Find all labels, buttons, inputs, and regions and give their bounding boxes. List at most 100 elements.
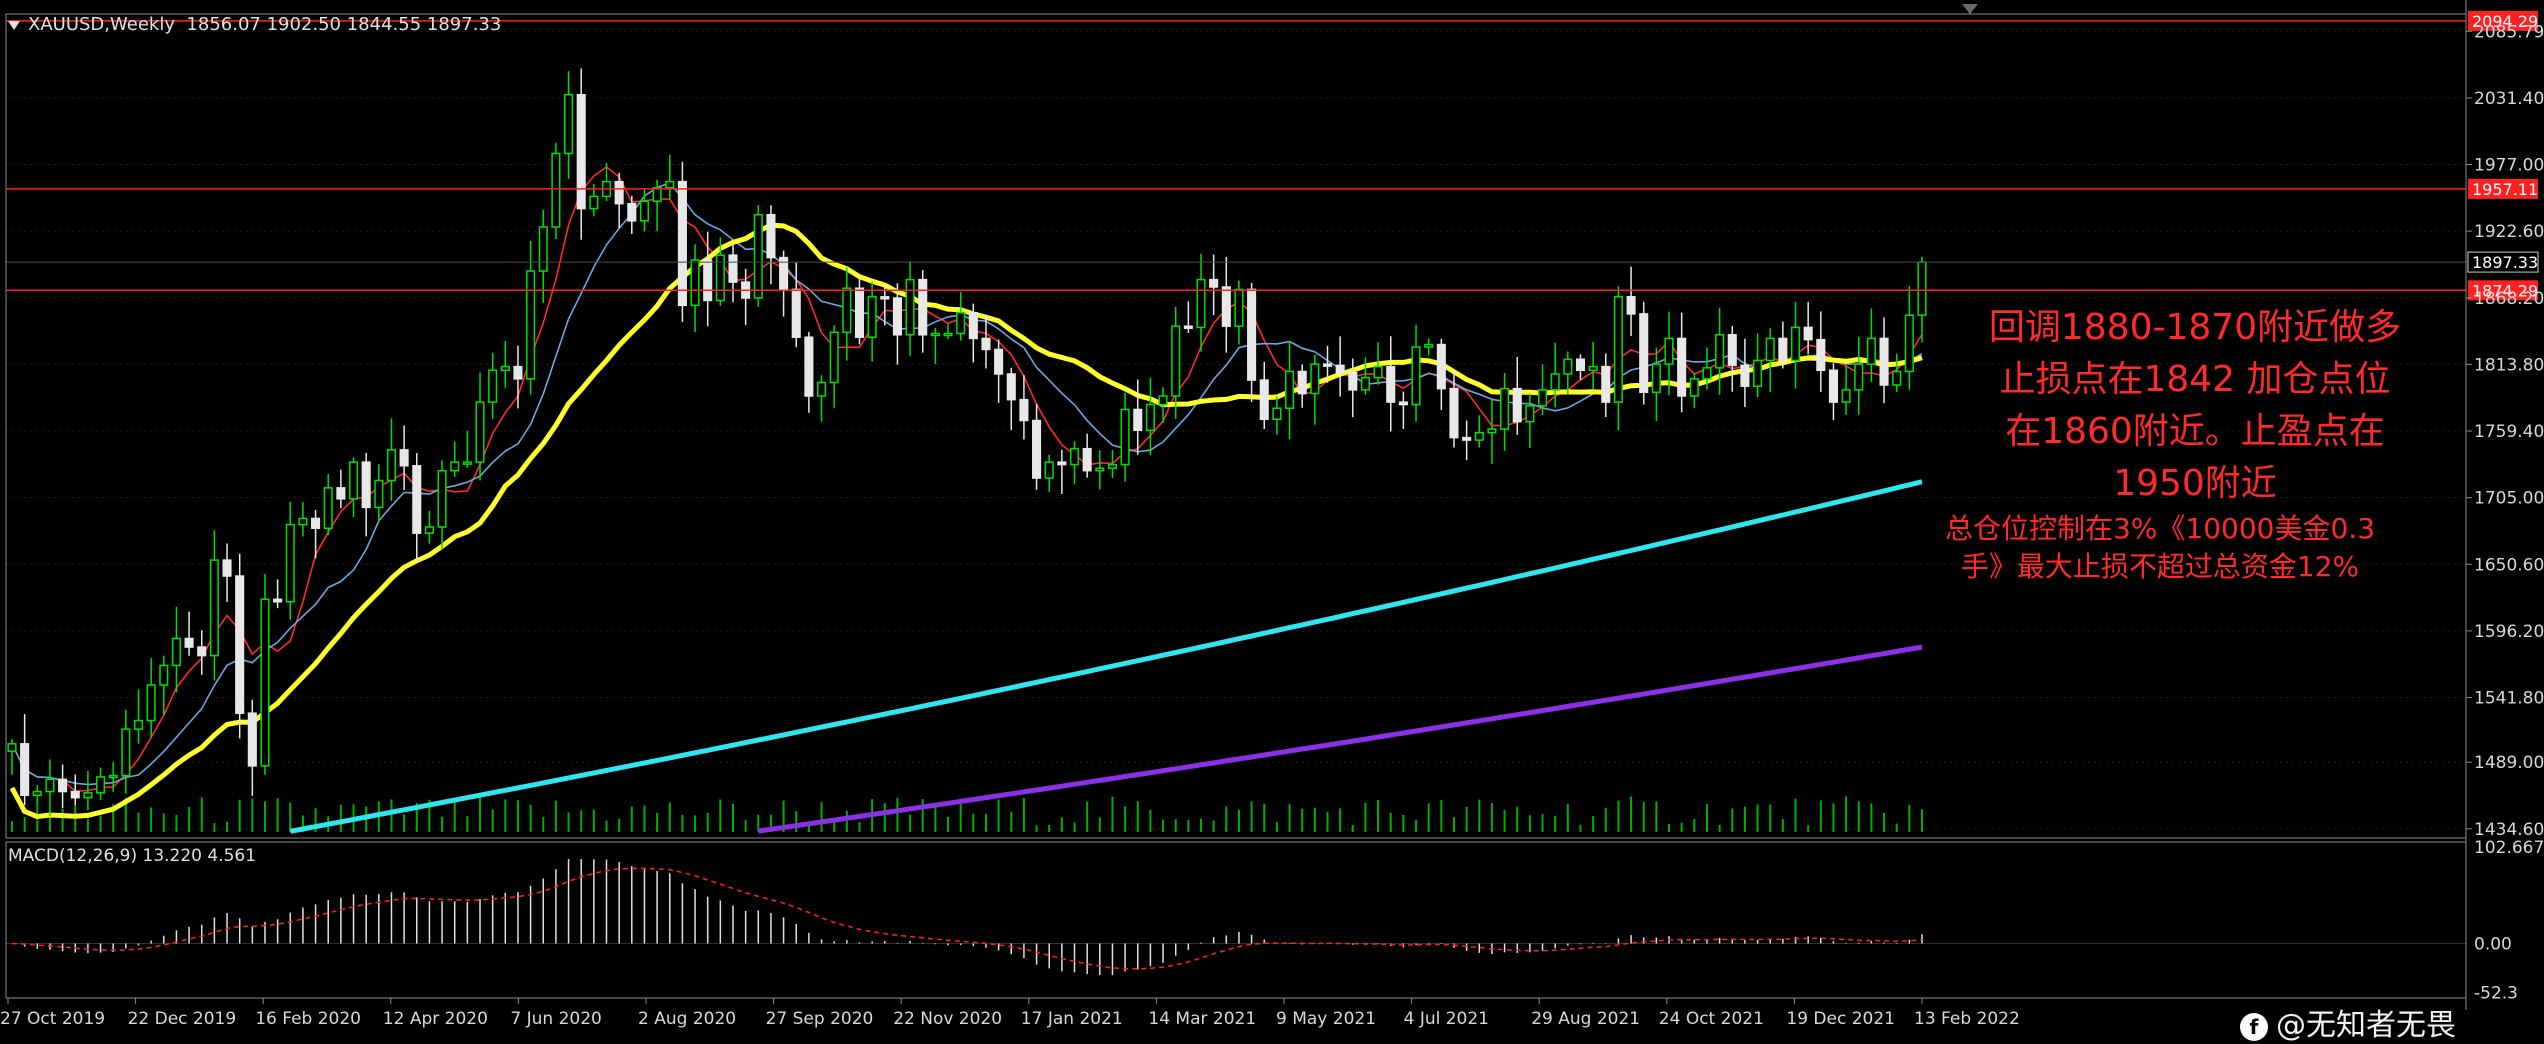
candle-body [146,684,156,722]
candle-body [1854,363,1864,391]
candle-body [500,365,510,372]
x-tick-label: 14 Mar 2021 [1148,1009,1256,1029]
y-tick-label: 1759.40 [2474,422,2544,442]
trade-note: 回调1880-1870附近做多 止损点在1842 加仓点位 在1860附近。止盈… [1935,302,2455,510]
candle-body [7,743,17,752]
candle-body [1032,419,1042,479]
price-tag-label: 1957.11 [2472,180,2538,199]
candle-body [1715,334,1725,369]
candle-body [1107,463,1118,470]
candle-body [95,776,106,794]
candle-body [1120,408,1130,466]
scroll-triangle-icon[interactable] [1962,4,1978,14]
candle-body [450,461,460,472]
candle-body [133,719,144,730]
note-line: 总仓位控制在3%《10000美金0.3 [1944,512,2376,545]
candle-body [488,369,498,403]
candle-body [1537,389,1548,407]
candle-body [462,461,472,465]
candle-body [121,728,131,777]
candle-body [994,348,1004,375]
candle-body [1411,346,1421,406]
candle-body [386,449,397,482]
candle-body [905,278,915,336]
price-tag-label: 1897.33 [2472,253,2538,272]
candle-body [1272,407,1282,421]
candle-body [171,637,181,667]
x-tick-label: 17 Jan 2021 [1021,1009,1123,1029]
dropdown-triangle-icon[interactable] [8,20,20,30]
y-tick-label: 1596.20 [2474,622,2544,642]
candle-body [551,152,561,228]
x-tick-label: 16 Feb 2020 [255,1009,361,1029]
candle-body [513,365,523,380]
candle-body [854,287,865,338]
candle-body [639,200,649,222]
candle-body [614,180,624,205]
candle-body [1790,326,1801,362]
candle-body [1828,369,1839,403]
candle-body [260,598,270,767]
candle-body [1247,288,1257,381]
candle-body [1563,358,1573,375]
candle-body [311,517,321,530]
candle-body [70,790,80,799]
candle-body [1386,365,1396,403]
candle-body [943,332,953,337]
x-tick-label: 12 Apr 2020 [383,1009,488,1029]
candle-body [538,226,548,272]
candle-body [45,778,55,793]
note-line: 在1860附近。止盈点在 [2005,411,2385,452]
x-tick-label: 13 Feb 2022 [1914,1009,2020,1029]
candle-body [589,195,599,210]
candle-body [1209,278,1219,288]
candle-body [159,664,169,686]
candle-body [348,461,359,500]
candle-body [399,449,409,467]
candle-body [1689,378,1699,397]
candle-body [1082,447,1092,472]
candle-body [58,778,68,793]
candle-body [880,296,890,300]
candle-body [1841,389,1851,403]
candle-body [298,517,308,526]
candle-body [791,288,801,338]
x-tick-label: 22 Dec 2019 [128,1009,237,1029]
macd-tick-label: 102.667 [2474,838,2544,858]
candle-body [1006,373,1016,401]
candle-body [1158,395,1168,406]
candle-body [1360,376,1370,391]
candle-body [1095,467,1105,472]
candle-body [1904,314,1914,373]
candle-body [1626,296,1636,315]
x-tick-label: 9 May 2021 [1276,1009,1376,1029]
candle-body [1778,337,1788,362]
y-tick-label: 1541.80 [2474,689,2544,709]
candle-body [1917,261,1927,316]
candle-body [576,93,586,210]
candle-body [1221,286,1231,327]
candle-body [842,287,852,334]
x-tick-label: 27 Sep 2020 [766,1009,874,1029]
candle-body [665,180,675,189]
candle-body [1677,337,1687,397]
candle-body [1879,337,1889,386]
candle-body [1727,334,1737,367]
candle-body [184,637,194,648]
candle-body [475,401,485,463]
position-note: 总仓位控制在3%《10000美金0.3 手》最大止损不超过总资金12% [1890,510,2430,586]
macd-tick-label: 0.00 [2474,934,2512,954]
x-tick-label: 2 Aug 2020 [638,1009,736,1029]
macd-label: MACD(12,26,9) 13.220 4.561 [8,846,257,866]
candle-body [1297,370,1307,395]
candle-body [918,278,928,336]
note-line: 回调1880-1870附近做多 [1988,307,2402,348]
candle-body [1373,365,1383,379]
y-tick-label: 1922.60 [2474,222,2544,242]
candle-body [981,337,991,351]
candle-body [753,213,763,299]
candle-body [652,187,662,203]
candle-body [627,202,637,222]
y-tick-label: 2085.79 [2474,22,2544,42]
chart-header[interactable]: XAUUSD,Weekly 1856.07 1902.50 1844.55 18… [8,14,501,35]
